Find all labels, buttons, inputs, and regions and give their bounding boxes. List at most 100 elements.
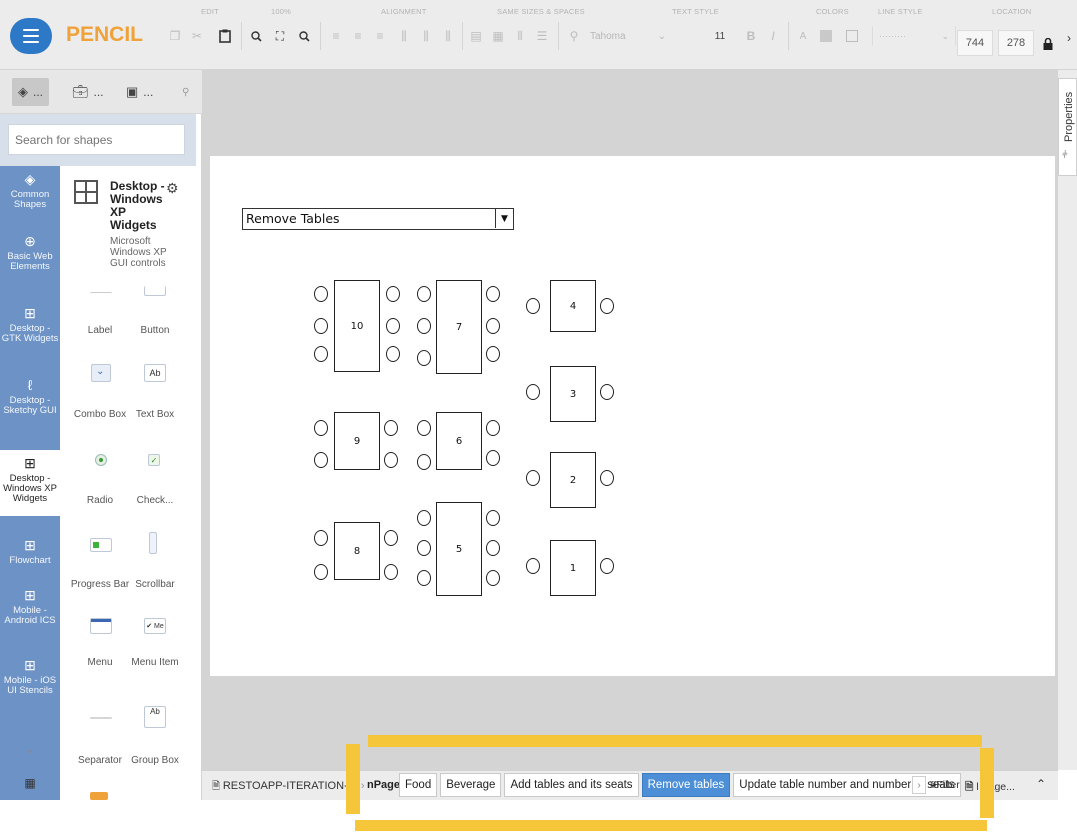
tab-collections[interactable]: 💼︎ ... [72,78,104,106]
category-gtk[interactable]: ⊞ Desktop - GTK Widgets [0,304,60,344]
table-2[interactable]: 2 [550,452,596,508]
current-page-name[interactable]: nPage [367,779,400,791]
seat[interactable] [600,558,614,574]
border-color-button[interactable] [844,24,860,48]
search-input[interactable] [8,124,185,155]
menu-button[interactable] [10,18,52,54]
seat[interactable] [600,470,614,486]
text-color-button[interactable]: A [796,24,810,48]
shape-checkbox[interactable]: Check... [125,496,185,506]
table-10[interactable]: 10 [334,280,380,372]
shape-radio[interactable]: Radio [70,496,130,506]
align-left-icon[interactable]: ≡ [328,24,344,48]
seat[interactable] [384,530,398,546]
mockup-dropdown[interactable]: Remove Tables ▼ [242,208,514,230]
shape-combo-box[interactable]: Combo Box [70,410,130,420]
italic-button[interactable]: I [766,24,780,48]
chevron-down-icon[interactable]: ⌄ [0,742,60,756]
font-family-select[interactable]: Tahoma ⌄ [586,26,670,46]
space-h-icon[interactable]: ⫴ [512,24,528,48]
shape-separator[interactable]: Separator [70,756,130,766]
category-android[interactable]: ⊞ Mobile - Android ICS [0,586,60,626]
tab-remove-tables[interactable]: Remove tables [641,773,731,797]
seat[interactable] [314,530,328,546]
align-bottom-icon[interactable]: ⫼ [440,24,456,48]
seat[interactable] [314,420,328,436]
tab-add-tables[interactable]: Add tables and its seats [504,773,639,797]
tab-clipart[interactable]: ▣ ... [126,78,153,106]
seat[interactable] [386,318,400,334]
lock-icon[interactable] [1040,32,1056,56]
shape-scrollbar[interactable]: Scrollbar [125,580,185,590]
shape-label[interactable]: Label [70,326,130,336]
zoom-out-icon[interactable] [296,24,312,48]
seat[interactable] [486,318,500,334]
pin-icon[interactable]: ⚲ [182,78,189,106]
table-5[interactable]: 5 [436,502,482,596]
table-6[interactable]: 6 [436,412,482,470]
zoom-in-icon[interactable] [248,24,264,48]
table-4[interactable]: 4 [550,280,596,332]
align-top-icon[interactable]: ⫼ [396,24,412,48]
tab-update-table[interactable]: Update table number and number of seats [733,773,961,797]
seat[interactable] [417,540,431,556]
cut-icon[interactable]: ✂ [189,24,205,48]
seat[interactable] [600,298,614,314]
seat[interactable] [486,510,500,526]
line-style-select[interactable]: ········· ⌄ [872,26,956,46]
seat[interactable] [384,452,398,468]
seat[interactable] [486,420,500,436]
tab-food[interactable]: Food [399,773,438,797]
same-width-icon[interactable]: ▤ [468,24,484,48]
seat[interactable] [314,318,328,334]
seat[interactable] [486,286,500,302]
filter-button[interactable]: ⩸Filter [930,779,960,792]
tab-beverage[interactable]: Beverage [440,773,502,797]
tabs-scroll-right-icon[interactable]: › [912,776,926,794]
shape-menu[interactable]: Menu [70,658,130,668]
document-breadcrumb[interactable]: 🗎︎ RESTOAPP-ITERATION-2 › [212,779,365,796]
shape-button[interactable]: Button [125,326,185,336]
seat[interactable] [386,346,400,362]
location-x-field[interactable]: 744 [957,30,993,56]
seat[interactable] [314,452,328,468]
align-right-icon[interactable]: ≡ [372,24,388,48]
seat[interactable] [417,570,431,586]
seat[interactable] [314,346,328,362]
shape-progress-bar[interactable]: Progress Bar [70,580,130,590]
seat[interactable] [417,318,431,334]
category-flowchart[interactable]: ⊞ Flowchart [0,536,60,566]
paste-icon[interactable] [216,24,234,48]
seat[interactable] [417,350,431,366]
seat[interactable] [417,286,431,302]
table-7[interactable]: 7 [436,280,482,374]
category-sketchy[interactable]: ℓ Desktop - Sketchy GUI [0,376,60,416]
table-9[interactable]: 9 [334,412,380,470]
seat[interactable] [417,510,431,526]
seat[interactable] [314,564,328,580]
seat[interactable] [526,558,540,574]
shape-text-box[interactable]: Text Box [125,410,185,420]
seat[interactable] [486,450,500,466]
category-windows-xp[interactable]: ⊞ Desktop - Windows XP Widgets [0,454,60,504]
chevron-up-icon[interactable]: ⌃ [1036,777,1046,791]
table-1[interactable]: 1 [550,540,596,596]
seat[interactable] [417,454,431,470]
seat[interactable] [417,420,431,436]
align-middle-icon[interactable]: ⫼ [418,24,434,48]
seat[interactable] [526,470,540,486]
shape-menu-item[interactable]: Menu Item [125,658,185,668]
space-v-icon[interactable]: ☰ [534,24,550,48]
drawing-page[interactable]: Remove Tables ▼ 10 7 4 3 9 6 2 8 5 1 [210,156,1055,676]
fill-color-button[interactable] [818,24,834,48]
gear-icon[interactable]: ⚙ [166,180,179,197]
seat[interactable] [314,286,328,302]
same-height-icon[interactable]: ▦ [490,24,506,48]
fit-icon[interactable]: ⛶ [272,24,288,48]
bold-button[interactable]: B [744,24,758,48]
seat[interactable] [486,346,500,362]
seat[interactable] [386,286,400,302]
seat[interactable] [384,420,398,436]
align-center-icon[interactable]: ≡ [350,24,366,48]
seat[interactable] [526,298,540,314]
